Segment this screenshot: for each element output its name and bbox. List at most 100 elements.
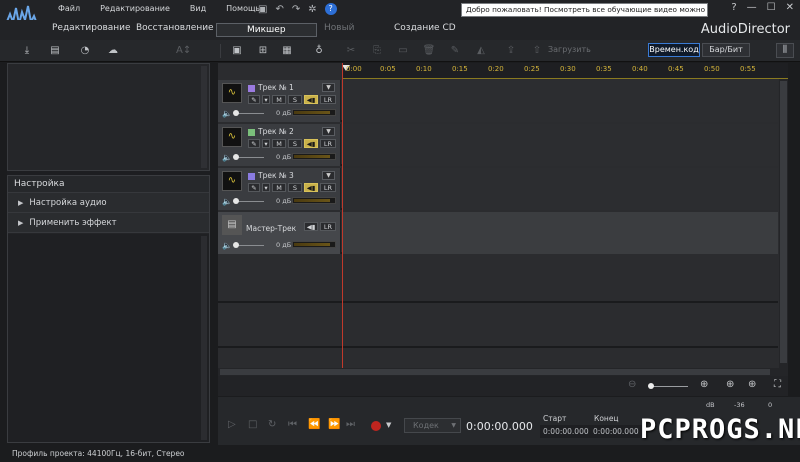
speaker-toggle-icon[interactable]: ◀▮ [304, 183, 318, 192]
welcome-banner[interactable]: Добро пожаловать! Посмотреть все обучающ… [461, 3, 708, 17]
master-volume-knob[interactable] [233, 242, 239, 248]
track-lane[interactable] [342, 168, 778, 210]
volume-knob[interactable] [233, 110, 239, 116]
pen-icon[interactable]: ✎ [248, 183, 260, 192]
tab-new[interactable]: Новый [324, 23, 355, 33]
track-row[interactable]: ∿ Трек № 3 ▼ ✎ ▾ M S ◀▮ LR 🔈 0 дБ [218, 168, 778, 210]
mute-button[interactable]: M [272, 139, 286, 148]
track-lane[interactable] [342, 80, 778, 122]
track-row[interactable]: ∿ Трек № 1 ▼ ✎ ▾ M S ◀▮ LR 🔈 0 дБ [218, 80, 778, 122]
upload-icon[interactable]: ⇧ [530, 44, 544, 57]
pan-button[interactable]: LR [320, 139, 336, 148]
redo-icon[interactable]: ↷ [292, 4, 300, 15]
record-button[interactable] [371, 421, 381, 431]
record-options-icon[interactable]: ♁ [312, 44, 326, 57]
volume-knob[interactable] [233, 198, 239, 204]
bar-beat-button[interactable]: Бар/Бит [702, 43, 750, 57]
track-options-icon[interactable]: ▦ [280, 44, 294, 57]
view-icon[interactable]: ▣ [230, 44, 244, 57]
volume-slider[interactable] [236, 113, 264, 114]
add-track-icon[interactable]: ⊞ [256, 44, 270, 57]
tab-mixer[interactable]: Микшер [216, 23, 317, 37]
volume-knob[interactable] [233, 154, 239, 160]
export-icon[interactable]: ⇪ [504, 44, 518, 57]
delete-icon[interactable]: 🗑 [422, 44, 436, 57]
track-header[interactable]: ∿ Трек № 3 ▼ ✎ ▾ M S ◀▮ LR 🔈 0 дБ [218, 168, 341, 210]
tab-restore[interactable]: Восстановление [136, 23, 214, 33]
start-time-value[interactable]: 0:00:00.000 [540, 425, 592, 438]
zoom-out-icon[interactable]: ⊖ [628, 379, 636, 390]
undo-icon[interactable]: ↶ [275, 4, 283, 15]
settings-gear-icon[interactable]: ✲ [308, 4, 316, 15]
play-icon[interactable]: ▷ [228, 419, 236, 430]
master-pan-button[interactable]: LR [320, 222, 336, 231]
timeline-ruler[interactable]: 0:00 0:05 0:10 0:15 0:20 0:25 0:30 0:35 … [342, 63, 788, 79]
track-header[interactable]: ∿ Трек № 2 ▼ ✎ ▾ M S ◀▮ LR 🔈 0 дБ [218, 124, 341, 166]
zoom-slider-knob[interactable] [648, 383, 654, 389]
record-options-icon[interactable]: ▼ [386, 421, 391, 429]
master-track-header[interactable]: ▤ Мастер-Трек ◀▮ LR 🔈 0 дБ [218, 212, 341, 254]
menu-edit[interactable]: Редактирование [90, 4, 180, 13]
track-color-swatch[interactable] [248, 85, 255, 92]
dropdown-icon[interactable]: ▾ [262, 183, 270, 192]
mute-button[interactable]: M [272, 95, 286, 104]
track-color-swatch[interactable] [248, 129, 255, 136]
dropdown-icon[interactable]: ▾ [262, 139, 270, 148]
master-track-lane[interactable] [342, 212, 778, 254]
settings-scrollbar[interactable] [201, 236, 207, 440]
rewind-icon[interactable]: ⏪ [308, 419, 320, 430]
speaker-toggle-icon[interactable]: ◀▮ [304, 139, 318, 148]
zoom-slider[interactable] [650, 386, 688, 387]
media-scrollbar[interactable] [201, 66, 207, 168]
track-color-swatch[interactable] [248, 173, 255, 180]
track-name[interactable]: Трек № 2 [258, 127, 294, 136]
timecode-button[interactable]: Времен.код [648, 43, 700, 57]
mixer-grid-icon[interactable]: ⫼ [776, 43, 794, 58]
help-icon[interactable]: ? [324, 3, 337, 15]
text-size-icon[interactable]: A↕ [176, 44, 191, 57]
tab-create-cd[interactable]: Создание CD [394, 23, 456, 33]
tab-edit[interactable]: Редактирование [52, 23, 131, 33]
copy-icon[interactable]: ⎘ [370, 44, 384, 57]
track-menu-icon[interactable]: ▼ [322, 171, 335, 180]
track-name[interactable]: Трек № 3 [258, 171, 294, 180]
zoom-height-icon[interactable]: ⊕ [748, 379, 756, 390]
pan-button[interactable]: LR [320, 95, 336, 104]
volume-slider[interactable] [236, 157, 264, 158]
speaker-toggle-icon[interactable]: ◀▮ [304, 95, 318, 104]
cloud-icon[interactable]: ☁ [106, 44, 120, 57]
save-icon[interactable]: ▣ [258, 4, 267, 15]
track-horizontal-scrollbar[interactable] [218, 368, 788, 376]
pen-icon[interactable]: ✎ [248, 95, 260, 104]
track-row[interactable]: ∿ Трек № 2 ▼ ✎ ▾ M S ◀▮ LR 🔈 0 дБ [218, 124, 778, 166]
settings-item-audio[interactable]: ▶ Настройка аудио [8, 193, 209, 213]
fast-forward-icon[interactable]: ⏩ [328, 419, 340, 430]
pan-button[interactable]: LR [320, 183, 336, 192]
zoom-in-icon[interactable]: ⊕ [700, 379, 708, 390]
menu-file[interactable]: Файл [48, 4, 90, 13]
solo-button[interactable]: S [288, 139, 302, 148]
settings-item-effect[interactable]: ▶ Применить эффект [8, 213, 209, 233]
load-label[interactable]: Загрузить [548, 45, 591, 54]
loop-icon[interactable]: ↻ [268, 419, 276, 430]
maximize-button[interactable]: ☐ [767, 2, 776, 13]
dropdown-icon[interactable]: ▾ [262, 95, 270, 104]
fit-to-window-icon[interactable]: ⛶ [774, 379, 781, 390]
solo-button[interactable]: S [288, 183, 302, 192]
help-button[interactable]: ? [731, 2, 736, 13]
zoom-vertical-icon[interactable]: ⊕ [726, 379, 734, 390]
track-name[interactable]: Трек № 1 [258, 83, 294, 92]
online-icon[interactable]: ◔ [78, 44, 92, 57]
speaker-toggle-icon[interactable]: ◀▮ [304, 222, 318, 231]
paste-icon[interactable]: ▭ [396, 44, 410, 57]
master-track-row[interactable]: ▤ Мастер-Трек ◀▮ LR 🔈 0 дБ [218, 212, 778, 254]
go-to-start-icon[interactable]: ⏮ [288, 419, 297, 430]
track-lane[interactable] [342, 124, 778, 166]
menu-view[interactable]: Вид [180, 4, 216, 13]
track-header[interactable]: ∿ Трек № 1 ▼ ✎ ▾ M S ◀▮ LR 🔈 0 дБ [218, 80, 341, 122]
pen-icon[interactable]: ✎ [248, 139, 260, 148]
codec-select[interactable]: Кодек ▼ [404, 418, 461, 433]
go-to-end-icon[interactable]: ⏭ [346, 419, 355, 430]
track-vertical-scrollbar[interactable] [779, 79, 788, 368]
fx-icon[interactable]: ◭ [474, 44, 488, 57]
